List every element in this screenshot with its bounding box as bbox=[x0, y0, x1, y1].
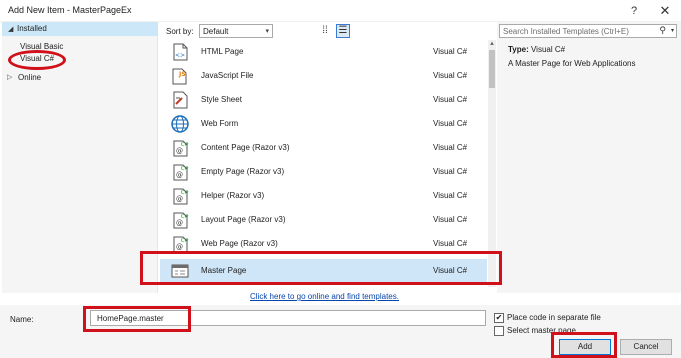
svg-text:@: @ bbox=[176, 219, 183, 227]
tree-node-online-label: Online bbox=[18, 73, 42, 82]
chevron-down-icon[interactable]: ▾ bbox=[671, 27, 674, 34]
type-label: Type: bbox=[508, 45, 529, 54]
help-button[interactable]: ? bbox=[624, 2, 644, 20]
find-templates-online-link[interactable]: Click here to go online and find templat… bbox=[250, 292, 399, 301]
template-item[interactable]: <> HTML Page Visual C# bbox=[160, 40, 487, 64]
svg-text:C#: C# bbox=[181, 214, 189, 220]
place-code-label: Place code in separate file bbox=[507, 313, 601, 322]
svg-text:@: @ bbox=[176, 171, 183, 179]
html-page-icon: <> bbox=[170, 42, 190, 62]
template-item[interactable]: @ C# Empty Page (Razor v3) Visual C# bbox=[160, 160, 487, 184]
window-title: Add New Item - MasterPageEx bbox=[8, 5, 132, 15]
cancel-button[interactable]: Cancel bbox=[620, 339, 672, 355]
template-language: Visual C# bbox=[433, 47, 468, 56]
scroll-up-arrow-icon[interactable]: ▲ bbox=[488, 40, 496, 48]
template-name: Helper (Razor v3) bbox=[201, 191, 265, 200]
template-language: Visual C# bbox=[433, 167, 468, 176]
template-name: Web Form bbox=[201, 119, 239, 128]
sort-by-label: Sort by: bbox=[166, 27, 194, 36]
template-language: Visual C# bbox=[433, 191, 468, 200]
svg-text:@: @ bbox=[176, 147, 183, 155]
svg-text:<>: <> bbox=[175, 52, 185, 59]
template-language: Visual C# bbox=[433, 71, 468, 80]
svg-text:@: @ bbox=[176, 243, 183, 251]
svg-text:C#: C# bbox=[181, 238, 189, 244]
svg-text:C#: C# bbox=[181, 190, 189, 196]
grid-view-icon[interactable]: ⁞⁞ bbox=[319, 25, 331, 37]
search-icon[interactable]: ⚲ bbox=[659, 25, 666, 36]
template-item[interactable]: Style Sheet Visual C# bbox=[160, 88, 487, 112]
template-language: Visual C# bbox=[433, 119, 468, 128]
template-list: <> HTML Page Visual C# JS JavaScript Fil… bbox=[160, 40, 487, 287]
sort-by-dropdown[interactable]: Default ▾ bbox=[199, 24, 273, 38]
tree-node-installed-label: Installed bbox=[17, 24, 47, 33]
search-input[interactable]: Search Installed Templates (Ctrl+E) ⚲ ▾ bbox=[499, 24, 677, 38]
razor-page-icon: @ C# bbox=[170, 210, 190, 230]
template-item[interactable]: @ C# Helper (Razor v3) Visual C# bbox=[160, 184, 487, 208]
details-panel: Search Installed Templates (Ctrl+E) ⚲ ▾ … bbox=[497, 22, 681, 293]
tree-node-installed[interactable]: ◢ Installed bbox=[2, 22, 158, 36]
template-name: JavaScript File bbox=[201, 71, 254, 80]
close-button[interactable]: ✕ bbox=[655, 2, 675, 20]
style-sheet-icon bbox=[170, 90, 190, 110]
javascript-file-icon: JS bbox=[170, 66, 190, 86]
template-name: HTML Page bbox=[201, 47, 244, 56]
scroll-thumb[interactable] bbox=[489, 50, 495, 88]
razor-page-icon: @ C# bbox=[170, 138, 190, 158]
template-item[interactable]: @ C# Content Page (Razor v3) Visual C# bbox=[160, 136, 487, 160]
expanded-arrow-icon[interactable]: ◢ bbox=[8, 25, 13, 33]
template-language: Visual C# bbox=[433, 215, 468, 224]
template-name: Layout Page (Razor v3) bbox=[201, 215, 286, 224]
chevron-down-icon: ▾ bbox=[265, 28, 269, 35]
razor-page-icon: @ C# bbox=[170, 186, 190, 206]
razor-page-icon: @ C# bbox=[170, 162, 190, 182]
name-label: Name: bbox=[10, 315, 34, 324]
list-view-icon[interactable]: ☰ bbox=[336, 24, 350, 38]
sort-by-value: Default bbox=[203, 27, 229, 36]
collapsed-arrow-icon[interactable]: ▷ bbox=[7, 73, 12, 81]
type-info: Type: Visual C# bbox=[508, 45, 565, 54]
search-placeholder: Search Installed Templates (Ctrl+E) bbox=[503, 27, 629, 36]
master-page-highlight bbox=[140, 251, 502, 285]
svg-text:@: @ bbox=[176, 195, 183, 203]
template-description: A Master Page for Web Applications bbox=[508, 59, 636, 68]
template-language: Visual C# bbox=[433, 95, 468, 104]
add-button-highlight bbox=[551, 332, 617, 358]
type-value: Visual C# bbox=[530, 45, 566, 54]
visual-csharp-highlight bbox=[8, 50, 66, 70]
template-name: Empty Page (Razor v3) bbox=[201, 167, 285, 176]
place-code-checkbox[interactable]: ✔ bbox=[494, 313, 504, 323]
template-item[interactable]: Web Form Visual C# bbox=[160, 112, 487, 136]
tree-node-online[interactable]: ▷ Online bbox=[2, 72, 158, 85]
sort-toolbar: Sort by: Default ▾ ⁞⁞ ☰ bbox=[160, 22, 495, 40]
template-name: Style Sheet bbox=[201, 95, 242, 104]
svg-text:C#: C# bbox=[181, 142, 189, 148]
template-language: Visual C# bbox=[433, 239, 468, 248]
template-item[interactable]: @ C# Layout Page (Razor v3) Visual C# bbox=[160, 208, 487, 232]
template-language: Visual C# bbox=[433, 143, 468, 152]
template-name: Web Page (Razor v3) bbox=[201, 239, 278, 248]
name-input-highlight bbox=[83, 306, 191, 332]
svg-text:JS: JS bbox=[178, 71, 186, 78]
web-form-icon bbox=[170, 114, 190, 134]
select-master-checkbox[interactable] bbox=[494, 326, 504, 336]
template-item[interactable]: JS JavaScript File Visual C# bbox=[160, 64, 487, 88]
template-name: Content Page (Razor v3) bbox=[201, 143, 290, 152]
template-list-scrollbar[interactable]: ▲ bbox=[488, 40, 496, 287]
svg-text:C#: C# bbox=[181, 166, 189, 172]
title-bar: Add New Item - MasterPageEx ? ✕ bbox=[0, 0, 681, 22]
